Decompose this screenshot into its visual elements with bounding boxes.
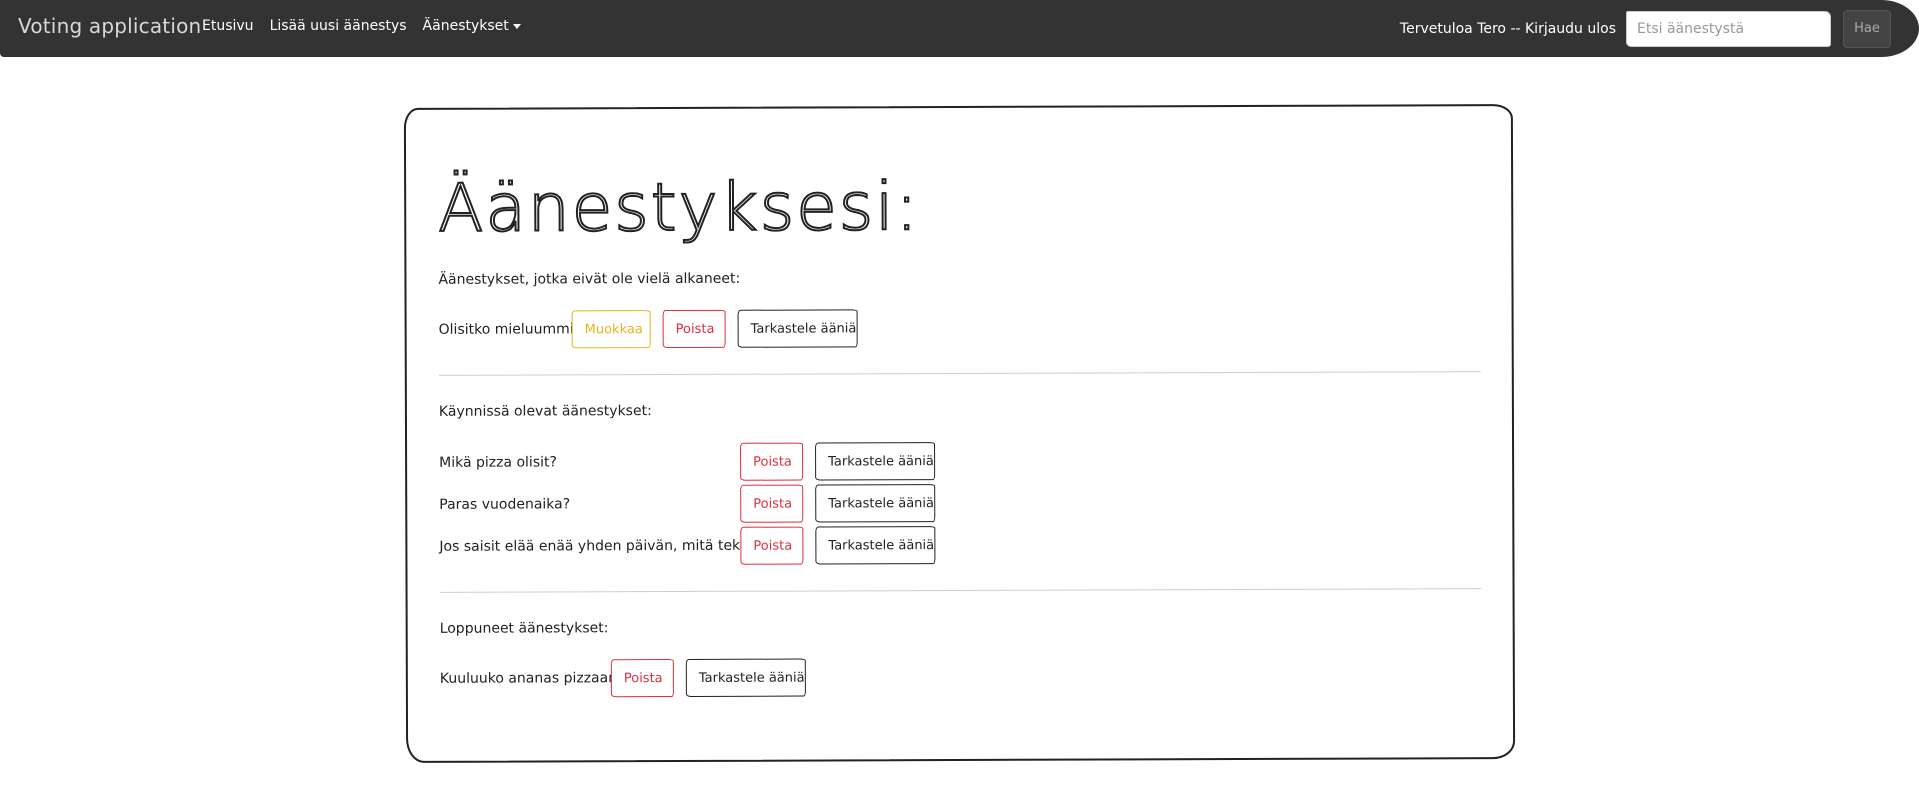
card-content: Äänestyksesi: Äänestykset, jotka eivät o… — [437, 106, 1482, 698]
nav-links: Etusivu Lisää uusi äänestys Äänestykset — [202, 18, 537, 34]
poll-name: Paras vuodenaika? — [439, 496, 571, 513]
view-votes-button[interactable]: Tarkastele ääniä — [815, 526, 936, 565]
divider — [439, 588, 1482, 593]
delete-button[interactable]: Poista — [662, 309, 726, 349]
nav-dropdown-label: Äänestykset — [422, 18, 509, 34]
poll-name: Olisitko mieluummin — [438, 321, 583, 338]
search-button[interactable]: Hae — [1843, 9, 1891, 48]
section-label-ended: Loppuneet äänestykset: — [439, 620, 609, 637]
polls-card: Äänestyksesi: Äänestykset, jotka eivät o… — [403, 104, 1516, 763]
navbar: Voting application Etusivu Lisää uusi ää… — [0, 0, 1919, 57]
poll-name: Jos saisit elää enää yhden päivän, mitä … — [439, 537, 769, 555]
poll-row: Kuuluuko ananas pizzaan? Poista Tarkaste… — [440, 658, 806, 699]
view-votes-button[interactable]: Tarkastele ääniä — [685, 658, 806, 697]
page-title: Äänestyksesi: — [437, 167, 921, 248]
nav-right: Tervetuloa Tero -- Kirjaudu ulos Hae — [1400, 0, 1919, 57]
poll-row: Paras vuodenaika? Poista Tarkastele ääni… — [439, 483, 936, 525]
poll-row: Mikä pizza olisit? Poista Tarkastele ään… — [439, 441, 936, 483]
search-input[interactable] — [1626, 10, 1831, 47]
delete-button[interactable]: Poista — [610, 658, 674, 698]
nav-dropdown-polls[interactable]: Äänestykset — [423, 18, 521, 34]
nav-link-add-poll[interactable]: Lisää uusi äänestys — [270, 18, 407, 34]
delete-button[interactable]: Poista — [740, 442, 804, 481]
poll-row: Jos saisit elää enää yhden päivän, mitä … — [439, 525, 936, 567]
poll-name: Mikä pizza olisit? — [439, 454, 557, 471]
delete-button[interactable]: Poista — [740, 526, 804, 565]
edit-button[interactable]: Muokkaa — [571, 310, 651, 349]
divider — [438, 371, 1481, 376]
delete-button[interactable]: Poista — [740, 484, 804, 523]
poll-name: Kuuluuko ananas pizzaan? — [439, 670, 625, 687]
caret-down-icon — [512, 23, 521, 29]
welcome-logout-text[interactable]: Tervetuloa Tero -- Kirjaudu ulos — [1400, 21, 1616, 37]
view-votes-button[interactable]: Tarkastele ääniä — [815, 442, 936, 481]
view-votes-button[interactable]: Tarkastele ääniä — [815, 484, 936, 523]
brand-link[interactable]: Voting application — [18, 14, 201, 38]
poll-row: Olisitko mieluummin Muokkaa Poista Tarka… — [439, 308, 858, 349]
nav-link-home[interactable]: Etusivu — [202, 18, 254, 34]
view-votes-button[interactable]: Tarkastele ääniä — [737, 309, 858, 348]
section-label-ongoing: Käynnissä olevat äänestykset: — [438, 403, 652, 420]
section-label-not-started: Äänestykset, jotka eivät ole vielä alkan… — [438, 270, 741, 288]
